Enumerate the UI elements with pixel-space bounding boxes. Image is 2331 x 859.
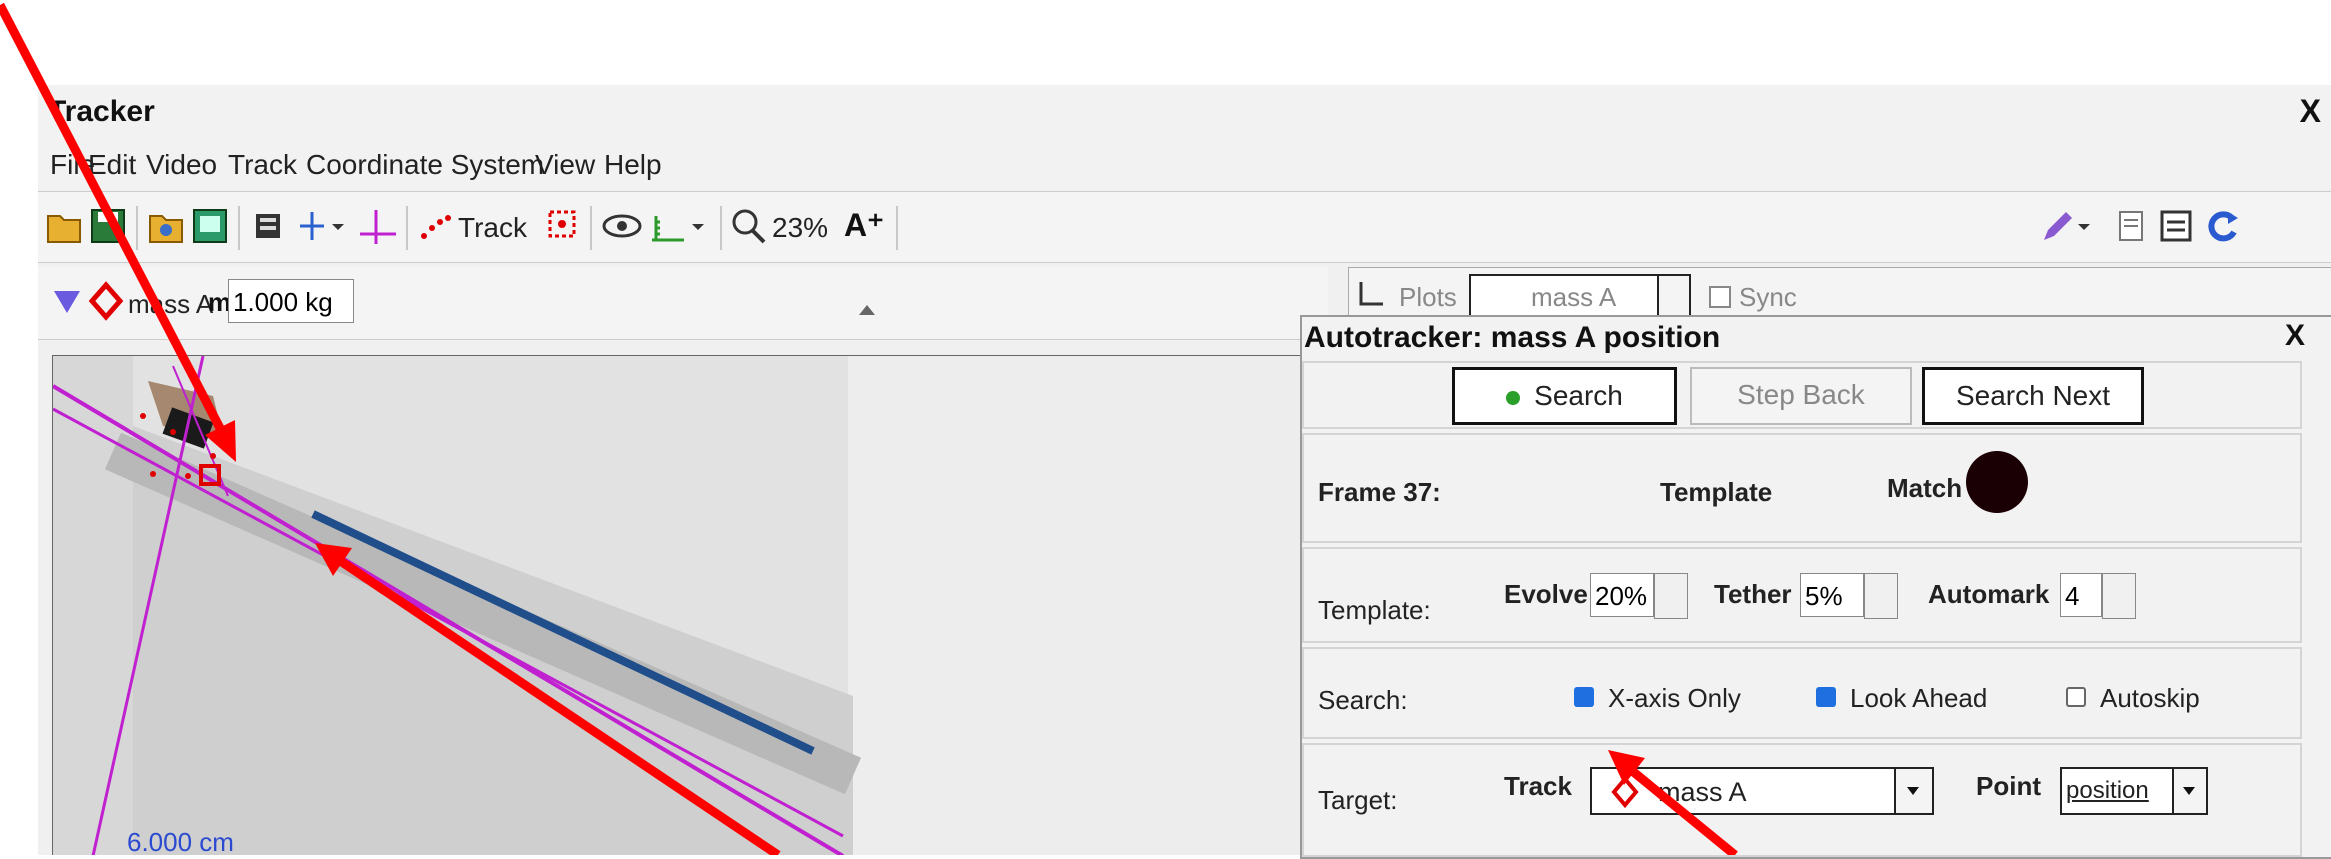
annotation-arrow: [315, 543, 781, 855]
annotation-arrow: [1608, 750, 1738, 855]
annotation-arrow: [0, 2, 236, 462]
annotation-arrows-overlay: [0, 2, 1738, 855]
